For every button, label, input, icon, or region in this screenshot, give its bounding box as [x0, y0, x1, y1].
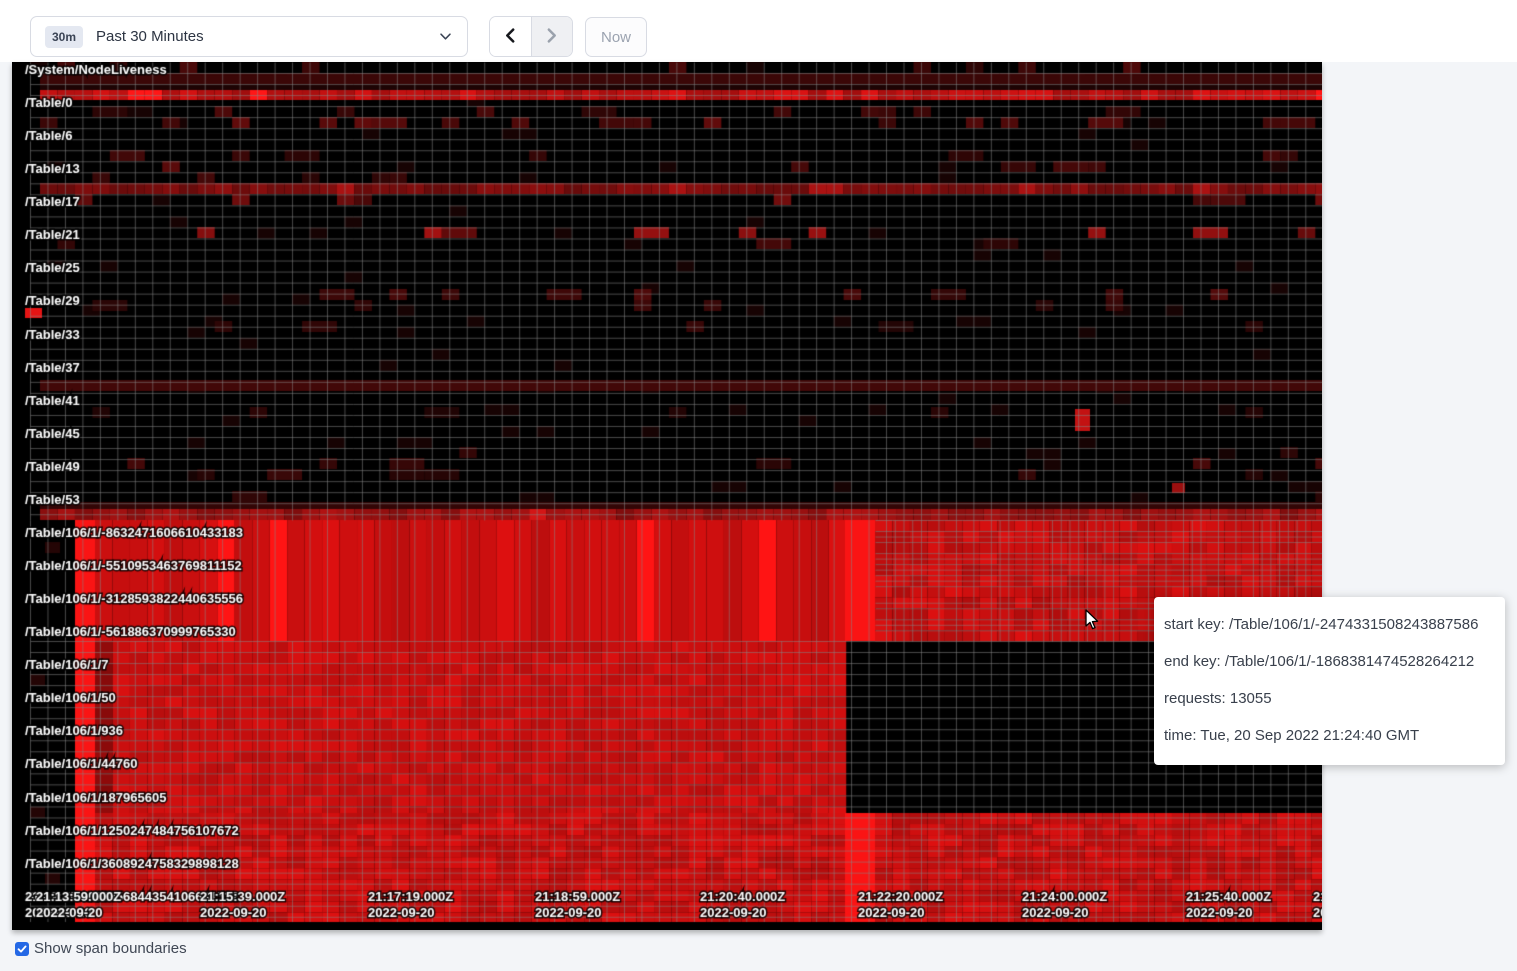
tooltip-requests: requests: 13055	[1164, 680, 1495, 717]
tooltip-time: time: Tue, 20 Sep 2022 21:24:40 GMT	[1164, 717, 1495, 754]
key-visualizer-heatmap[interactable]	[12, 62, 1322, 930]
prev-time-button[interactable]	[490, 17, 531, 56]
tooltip-end-key: end key: /Table/106/1/-18683814745282642…	[1164, 643, 1495, 680]
toolbar: 30m Past 30 Minutes Now	[0, 0, 1517, 62]
show-span-boundaries[interactable]: Show span boundaries	[15, 940, 187, 957]
show-span-boundaries-label: Show span boundaries	[34, 940, 187, 957]
hover-tooltip: start key: /Table/106/1/-247433150824388…	[1154, 597, 1505, 765]
time-range-label: Past 30 Minutes	[96, 28, 438, 45]
tooltip-start-key: start key: /Table/106/1/-247433150824388…	[1164, 606, 1495, 643]
chevron-left-icon	[502, 27, 519, 47]
show-span-boundaries-checkbox[interactable]	[15, 942, 29, 956]
chevron-down-icon	[438, 29, 453, 44]
mouse-cursor-icon	[1085, 609, 1101, 636]
now-button[interactable]: Now	[585, 17, 647, 57]
time-range-badge: 30m	[45, 26, 83, 48]
next-time-button[interactable]	[531, 17, 572, 56]
chevron-right-icon	[543, 27, 560, 47]
time-nav-group	[489, 16, 573, 57]
time-range-select[interactable]: 30m Past 30 Minutes	[30, 16, 468, 57]
